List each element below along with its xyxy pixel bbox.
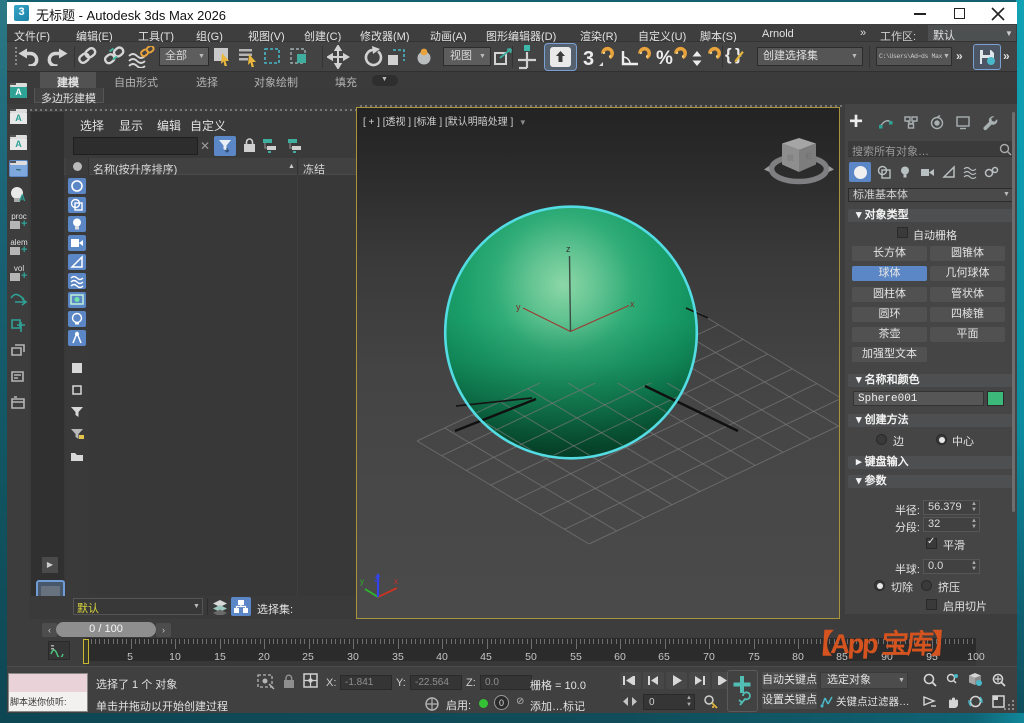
svg-text:3: 3 xyxy=(583,48,594,69)
svg-text:前: 前 xyxy=(787,153,794,162)
svg-text:x: x xyxy=(630,299,635,309)
svg-text:x: x xyxy=(394,577,398,586)
svg-text:y: y xyxy=(360,577,364,586)
svg-text:右: 右 xyxy=(805,151,812,160)
svg-text:%: % xyxy=(656,48,673,69)
svg-text:z: z xyxy=(374,575,378,584)
svg-text:y: y xyxy=(516,302,521,312)
svg-text:z: z xyxy=(566,244,571,254)
